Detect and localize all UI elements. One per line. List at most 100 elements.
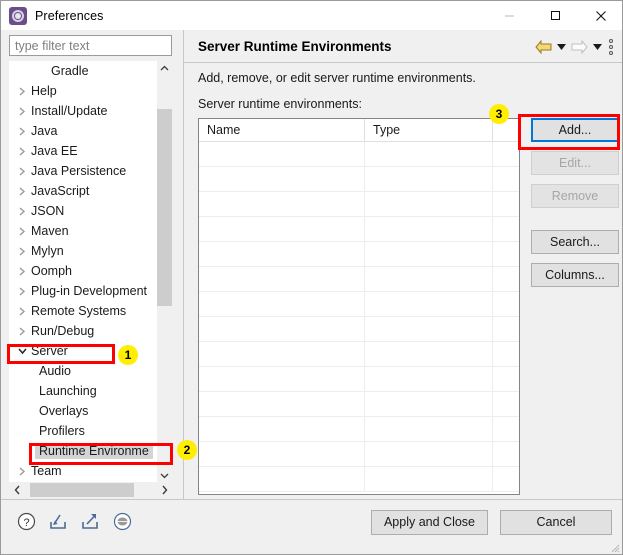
tree-item-label: Help — [31, 84, 57, 98]
page-title: Server Runtime Environments — [198, 38, 392, 54]
tree-item-java[interactable]: Java — [9, 121, 157, 141]
table-row[interactable] — [199, 392, 519, 417]
column-header-name[interactable]: Name — [199, 119, 365, 142]
tree-item-label: Launching — [39, 384, 97, 398]
tree-item-oomph[interactable]: Oomph — [9, 261, 157, 281]
table-row[interactable] — [199, 142, 519, 167]
help-icon[interactable]: ? — [15, 510, 37, 532]
tree-item-label: Mylyn — [31, 244, 64, 258]
tree-item-remote-systems[interactable]: Remote Systems — [9, 301, 157, 321]
table-cell-extra — [493, 467, 519, 491]
scroll-up-icon[interactable] — [157, 61, 172, 76]
table-row[interactable] — [199, 167, 519, 192]
globe-icon[interactable] — [111, 510, 133, 532]
import-icon[interactable] — [47, 510, 69, 532]
tree-item-java-ee[interactable]: Java EE — [9, 141, 157, 161]
tree-hscroll-thumb[interactable] — [30, 483, 134, 497]
chevron-right-icon[interactable] — [15, 186, 29, 196]
table-row[interactable] — [199, 442, 519, 467]
maximize-button[interactable] — [532, 1, 578, 30]
tree-item-label: Runtime Environme — [35, 443, 153, 459]
tree-horizontal-scrollbar[interactable] — [9, 482, 172, 498]
column-header-type[interactable]: Type — [365, 119, 493, 142]
tree-item-gradle[interactable]: Gradle — [9, 61, 157, 81]
chevron-right-icon[interactable] — [15, 126, 29, 136]
tree-item-javascript[interactable]: JavaScript — [9, 181, 157, 201]
minimize-button[interactable] — [486, 1, 532, 30]
chevron-right-icon[interactable] — [15, 146, 29, 156]
tree-item-mylyn[interactable]: Mylyn — [9, 241, 157, 261]
resize-grip[interactable] — [608, 540, 620, 553]
chevron-right-icon[interactable] — [15, 206, 29, 216]
tree-item-plug-in-development[interactable]: Plug-in Development — [9, 281, 157, 301]
search-button[interactable]: Search... — [531, 230, 619, 254]
add-button[interactable]: Add... — [531, 118, 619, 142]
cancel-button[interactable]: Cancel — [500, 510, 612, 535]
window-title: Preferences — [35, 8, 104, 23]
tree-item-help[interactable]: Help — [9, 81, 157, 101]
tree-item-audio[interactable]: Audio — [9, 361, 157, 381]
apply-and-close-button[interactable]: Apply and Close — [370, 510, 488, 535]
table-cell-extra — [493, 417, 519, 441]
chevron-right-icon[interactable] — [15, 166, 29, 176]
table-row[interactable] — [199, 417, 519, 442]
tree-item-profilers[interactable]: Profilers — [9, 421, 157, 441]
table-row[interactable] — [199, 267, 519, 292]
tree-item-java-persistence[interactable]: Java Persistence — [9, 161, 157, 181]
view-menu-icon[interactable] — [604, 36, 618, 58]
export-icon[interactable] — [79, 510, 101, 532]
runtime-environments-table[interactable]: Name Type — [198, 118, 520, 495]
chevron-right-icon[interactable] — [15, 326, 29, 336]
tree-item-json[interactable]: JSON — [9, 201, 157, 221]
chevron-right-icon[interactable] — [15, 226, 29, 236]
scroll-down-icon[interactable] — [157, 468, 172, 483]
chevron-right-icon[interactable] — [15, 86, 29, 96]
forward-chevron-down-icon[interactable] — [590, 36, 604, 58]
tree-item-launching[interactable]: Launching — [9, 381, 157, 401]
tree-item-runtime-environme[interactable]: Runtime Environme — [9, 441, 157, 461]
scroll-right-icon[interactable] — [156, 482, 172, 498]
tree-scroll-thumb[interactable] — [157, 109, 172, 306]
back-chevron-down-icon[interactable] — [554, 36, 568, 58]
table-cell-type — [365, 392, 493, 416]
table-cell-name — [199, 267, 365, 291]
table-row[interactable] — [199, 317, 519, 342]
tree-item-install-update[interactable]: Install/Update — [9, 101, 157, 121]
table-row[interactable] — [199, 342, 519, 367]
close-button[interactable] — [578, 1, 622, 30]
tree-item-team[interactable]: Team — [9, 461, 157, 481]
filter-input[interactable] — [9, 35, 172, 56]
table-action-buttons: Add... Edit... Remove Search... Columns... — [531, 118, 619, 296]
table-row[interactable] — [199, 217, 519, 242]
chevron-right-icon[interactable] — [15, 286, 29, 296]
table-row[interactable] — [199, 467, 519, 492]
chevron-down-icon[interactable] — [15, 347, 29, 355]
chevron-right-icon[interactable] — [15, 266, 29, 276]
table-row[interactable] — [199, 192, 519, 217]
table-body — [199, 142, 519, 492]
tree-item-maven[interactable]: Maven — [9, 221, 157, 241]
table-row[interactable] — [199, 242, 519, 267]
table-cell-name — [199, 317, 365, 341]
table-cell-type — [365, 242, 493, 266]
preferences-dialog: Preferences Gradle Help Install/Update Java… — [0, 0, 623, 555]
chevron-right-icon[interactable] — [15, 246, 29, 256]
preferences-tree[interactable]: Gradle Help Install/Update Java Java EE Java … — [9, 61, 172, 483]
table-cell-type — [365, 317, 493, 341]
table-row[interactable] — [199, 367, 519, 392]
tree-item-run-debug[interactable]: Run/Debug — [9, 321, 157, 341]
tree-vertical-scrollbar[interactable] — [157, 61, 172, 483]
scroll-left-icon[interactable] — [9, 482, 25, 498]
columns-button[interactable]: Columns... — [531, 263, 619, 287]
footer-buttons: Apply and Close Cancel — [370, 510, 612, 535]
table-row[interactable] — [199, 292, 519, 317]
tree-item-label: JSON — [31, 204, 65, 218]
chevron-right-icon[interactable] — [15, 466, 29, 476]
chevron-right-icon[interactable] — [15, 106, 29, 116]
table-cell-name — [199, 442, 365, 466]
back-arrow-icon[interactable] — [532, 36, 554, 58]
table-cell-type — [365, 192, 493, 216]
tree-item-overlays[interactable]: Overlays — [9, 401, 157, 421]
tree-item-label: Maven — [31, 224, 69, 238]
chevron-right-icon[interactable] — [15, 306, 29, 316]
